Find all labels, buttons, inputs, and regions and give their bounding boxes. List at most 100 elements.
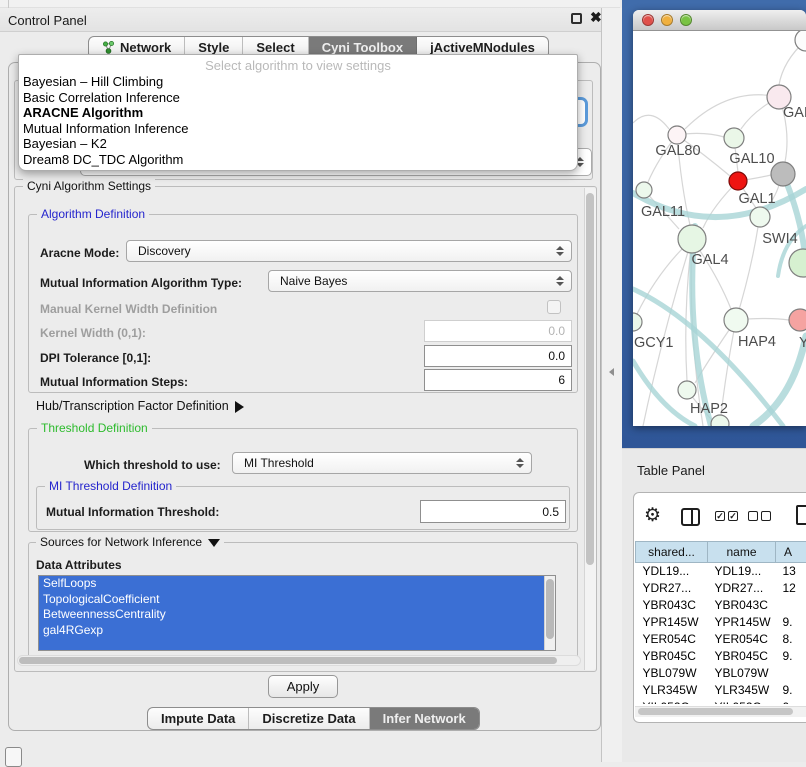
tab-infer-network[interactable]: Infer Network <box>370 708 479 729</box>
column-header-shared-name[interactable]: shared... <box>636 542 708 563</box>
table-row[interactable]: YER054CYER054C8. <box>636 631 806 648</box>
table-row[interactable]: YLR345WYLR345W9. <box>636 682 806 699</box>
network-node-hap2[interactable] <box>678 381 696 399</box>
mi-threshold-field[interactable]: 0.5 <box>420 500 566 523</box>
node-table-clip: shared... name A YDL19...YDL19...13YDR27… <box>635 541 806 704</box>
split-collapse-icon[interactable] <box>609 368 614 376</box>
table-row[interactable]: YDR27...YDR27...12 <box>636 580 806 597</box>
aracne-mode-combo[interactable]: Discovery <box>126 240 572 262</box>
table-row[interactable]: YPR145WYPR145W9. <box>636 614 806 631</box>
network-node-gal11[interactable] <box>636 182 652 198</box>
network-node-gal10[interactable] <box>724 128 744 148</box>
settings-vertical-scrollbar-thumb[interactable] <box>586 193 594 565</box>
manual-kernel-checkbox[interactable] <box>547 300 561 314</box>
close-icon[interactable]: ✖ <box>590 9 602 26</box>
tab-cyni-toolbox-label: Cyni Toolbox <box>322 40 403 55</box>
network-node-green-big[interactable] <box>789 249 806 277</box>
data-attribute-item[interactable]: SelfLoops <box>39 576 555 592</box>
network-node-swi4[interactable] <box>750 207 770 227</box>
table-row[interactable]: YDL19...YDL19...13 <box>636 563 806 580</box>
table-row[interactable]: YIL052CYIL052C0. <box>636 699 806 705</box>
network-node-gcy1[interactable] <box>633 313 642 331</box>
dock-panel-icon[interactable] <box>5 747 22 767</box>
table-horizontal-scrollbar-thumb[interactable] <box>638 708 793 715</box>
split-columns-icon[interactable] <box>681 508 700 526</box>
network-node-pink[interactable] <box>789 309 806 331</box>
table-cell <box>776 597 806 614</box>
data-attributes-label: Data Attributes <box>36 558 122 572</box>
tab-infer-network-label: Infer Network <box>383 711 466 726</box>
mi-type-combo[interactable]: Naive Bayes <box>268 270 572 292</box>
zoom-traffic-light[interactable] <box>680 14 692 26</box>
settings-horizontal-scrollbar-thumb[interactable] <box>19 657 557 664</box>
algorithm-option[interactable]: Mutual Information Inference <box>19 121 577 137</box>
network-edge <box>736 227 758 320</box>
column-header-partial[interactable]: A <box>776 542 806 563</box>
unchecked-box-icon <box>748 511 758 521</box>
which-threshold-value: MI Threshold <box>233 456 515 470</box>
data-attribute-item[interactable]: gal4RGexp <box>39 623 555 639</box>
data-attribute-item[interactable]: BetweennessCentrality <box>39 607 555 623</box>
table-cell: YDR27... <box>708 580 776 597</box>
mi-steps-label: Mutual Information Steps: <box>40 375 188 389</box>
algorithm-dropdown-popup: Select algorithm to view settings Bayesi… <box>18 54 578 171</box>
attribute-list-scrollbar-thumb[interactable] <box>546 579 554 639</box>
close-traffic-light[interactable] <box>642 14 654 26</box>
tab-discretize-data[interactable]: Discretize Data <box>249 708 369 729</box>
table-row[interactable]: YBL079WYBL079W <box>636 665 806 682</box>
algorithm-popup-list: Bayesian – Hill ClimbingBasic Correlatio… <box>19 74 577 167</box>
table-cell: YBR045C <box>708 648 776 665</box>
network-node-label: GAL1 <box>738 191 775 207</box>
algorithm-option[interactable]: Dream8 DC_TDC Algorithm <box>19 152 577 168</box>
network-node-gal80[interactable] <box>668 126 686 144</box>
hub-definition-expander[interactable]: Hub/Transcription Factor Definition <box>36 399 244 413</box>
apply-button[interactable]: Apply <box>268 675 338 698</box>
network-node-unlabeled-top[interactable] <box>795 31 806 51</box>
control-panel-title: Control Panel <box>8 13 87 28</box>
network-node-label: GAL10 <box>729 151 774 167</box>
dpi-tolerance-field[interactable]: 0.0 <box>424 345 572 367</box>
table-cell: 0. <box>776 699 806 705</box>
table-cell: YBL079W <box>708 665 776 682</box>
network-canvas[interactable]: GALGAL80GAL10GAL1GAL11SWI4GAL4GCY1HAP4YH… <box>633 31 806 426</box>
top-strip <box>0 0 620 8</box>
table-row[interactable]: YBR045CYBR045C9. <box>636 648 806 665</box>
network-window[interactable]: GALGAL80GAL10GAL1GAL11SWI4GAL4GCY1HAP4YH… <box>633 10 806 426</box>
float-window-icon[interactable] <box>571 13 582 24</box>
network-node-gray[interactable] <box>771 162 795 186</box>
column-header-name[interactable]: name <box>708 542 776 563</box>
page-icon[interactable] <box>796 505 806 525</box>
algorithm-option[interactable]: Basic Correlation Inference <box>19 90 577 106</box>
network-node-hap4[interactable] <box>724 308 748 332</box>
kernel-width-field[interactable]: 0.0 <box>424 320 572 342</box>
split-pane-divider[interactable] <box>601 8 622 762</box>
combo-stepper-icon <box>515 458 524 468</box>
algorithm-option[interactable]: ARACNE Algorithm <box>19 105 577 121</box>
network-node-label: Y <box>799 335 806 351</box>
deselect-all-columns-icon[interactable] <box>748 511 771 521</box>
gear-icon[interactable]: ⚙ <box>644 504 661 527</box>
which-threshold-combo[interactable]: MI Threshold <box>232 452 532 474</box>
tab-style-label: Style <box>198 40 229 55</box>
table-cell: 12 <box>776 580 806 597</box>
algorithm-popup-placeholder: Select algorithm to view settings <box>19 55 577 74</box>
algorithm-option[interactable]: Bayesian – Hill Climbing <box>19 74 577 90</box>
network-window-titlebar[interactable] <box>633 10 806 31</box>
data-attribute-item[interactable]: TopologicalCoefficient <box>39 592 555 608</box>
aracne-mode-label: Aracne Mode: <box>40 246 119 260</box>
tab-impute-data[interactable]: Impute Data <box>148 708 249 729</box>
mi-threshold-group-title: MI Threshold Definition <box>45 479 176 493</box>
sources-expander[interactable]: Sources for Network Inference <box>36 535 224 549</box>
minimize-traffic-light[interactable] <box>661 14 673 26</box>
select-all-columns-icon[interactable]: ✓ ✓ <box>715 511 738 521</box>
network-node-label: GCY1 <box>634 335 674 351</box>
algorithm-option[interactable]: Bayesian – K2 <box>19 136 577 152</box>
table-row[interactable]: YBR043CYBR043C <box>636 597 806 614</box>
top-strip-divider <box>8 0 9 8</box>
network-node-gal1[interactable] <box>729 172 747 190</box>
mi-type-value: Naive Bayes <box>269 274 555 288</box>
table-cell: YPR145W <box>708 614 776 631</box>
network-node-label: GAL11 <box>641 204 685 220</box>
mi-steps-field[interactable]: 6 <box>424 369 572 391</box>
network-node-gal4[interactable] <box>678 225 706 253</box>
